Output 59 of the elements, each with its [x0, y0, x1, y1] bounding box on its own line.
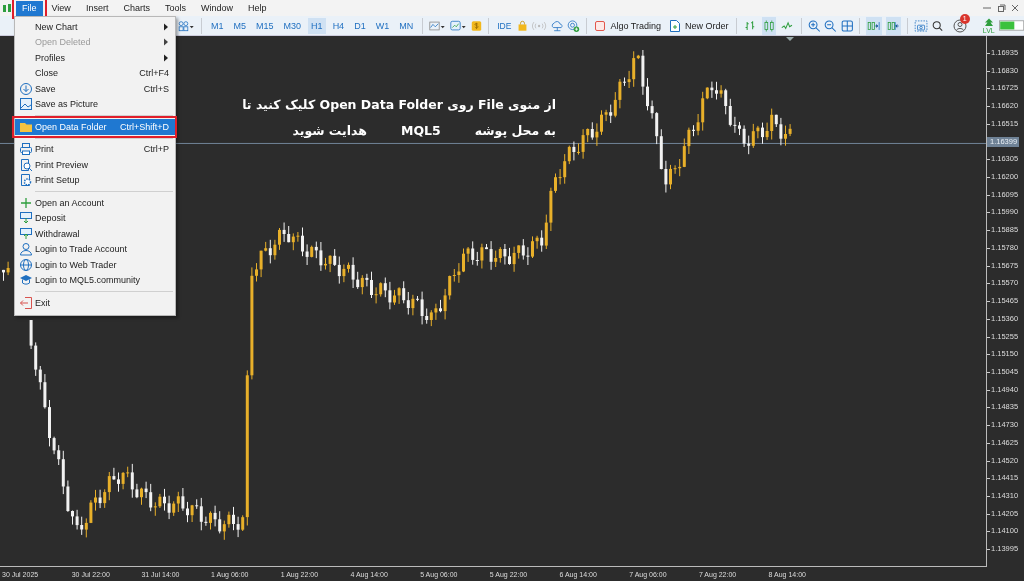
menu-item[interactable]: Close Ctrl+F4	[15, 65, 175, 81]
timeframe-button[interactable]: H4	[329, 17, 348, 34]
menu-item[interactable]: Open an Account	[15, 195, 175, 211]
annotation-text: MQL5	[400, 122, 441, 140]
menu-item-label: Deposit	[35, 213, 67, 224]
menu-item-label: New Chart	[35, 21, 79, 32]
timeframe-button[interactable]: MN	[396, 17, 417, 34]
menu-item[interactable]: Save Ctrl+S	[15, 81, 175, 97]
annotation-text: به محل پوشه	[474, 122, 556, 140]
menu-item-label: Open Data Folder	[35, 121, 108, 132]
menu-item-label: Login to MQL5.community	[35, 275, 142, 286]
new-order-button[interactable]: New Order	[666, 16, 731, 35]
menu-item[interactable]: Tools	[158, 0, 192, 16]
menu-item[interactable]: Open Data Folder Ctrl+Shift+D	[15, 119, 175, 135]
shortcut-label: Ctrl+F4	[139, 68, 169, 79]
ide-button[interactable]: IDE	[495, 20, 514, 31]
menu-item[interactable]: New Chart	[15, 19, 175, 35]
timeframe-button[interactable]: D1	[351, 17, 369, 34]
timeframe-button[interactable]: M15	[253, 17, 277, 34]
annotation-text: از منوی File روی Open Data Folder کلیک کنید تا	[242, 96, 556, 114]
menu-item[interactable]: Login to Web Trader	[15, 257, 175, 273]
menu-item[interactable]: Help	[241, 0, 273, 16]
timeframe-button[interactable]: M5	[230, 17, 250, 34]
menu-item-label: Login to Trade Account	[35, 244, 129, 255]
menu-item-label: Open Deleted	[35, 37, 92, 48]
shortcut-label: Ctrl+S	[143, 83, 169, 94]
menu-item-label: Print Setup	[35, 175, 81, 186]
timeframe-button[interactable]: M1	[208, 17, 227, 34]
menu-item[interactable]: Insert	[79, 0, 115, 16]
timeframe-button[interactable]: W1	[372, 17, 393, 34]
menu-item[interactable]: Print Ctrl+P	[15, 141, 175, 157]
annotation-text: هدایت شوید	[292, 122, 367, 140]
menu-item-label: Open an Account	[35, 197, 106, 208]
menu-item-label: Exit	[35, 297, 51, 308]
algo-trading-button[interactable]: Algo Trading	[592, 17, 663, 34]
menu-item[interactable]: Save as Picture	[15, 96, 175, 112]
shortcut-label: Ctrl+P	[143, 144, 169, 155]
menu-item-label: Print	[35, 144, 55, 155]
menu-item-label: Print Preview	[35, 159, 89, 170]
menu-item-label: Save	[35, 83, 57, 94]
menu-item-label: Profiles	[35, 52, 66, 63]
menu-item-label: Save as Picture	[35, 99, 100, 110]
menu-item[interactable]: Deposit	[15, 210, 175, 226]
menu-item-label: Close	[35, 68, 59, 79]
menu-item[interactable]: Exit	[15, 295, 175, 311]
menu-item[interactable]: Window	[194, 0, 239, 16]
timeframe-button[interactable]: H1	[308, 17, 326, 34]
menu-item[interactable]: Charts	[117, 0, 156, 16]
menu-item[interactable]: Profiles	[15, 50, 175, 66]
menu-item[interactable]: Print Setup	[15, 172, 175, 188]
menu-item-label: Login to Web Trader	[35, 259, 118, 270]
menu-item[interactable]: Withdrawal	[15, 226, 175, 242]
menu-item[interactable]: Login to Trade Account	[15, 241, 175, 257]
menu-item[interactable]: Login to MQL5.community	[15, 272, 175, 288]
menu-item-label: Withdrawal	[35, 228, 81, 239]
menu-item[interactable]: View	[45, 0, 77, 16]
shortcut-label: Ctrl+Shift+D	[119, 121, 169, 132]
timeframe-button[interactable]: M30	[280, 17, 305, 34]
menu-item[interactable]: Print Preview	[15, 157, 175, 173]
